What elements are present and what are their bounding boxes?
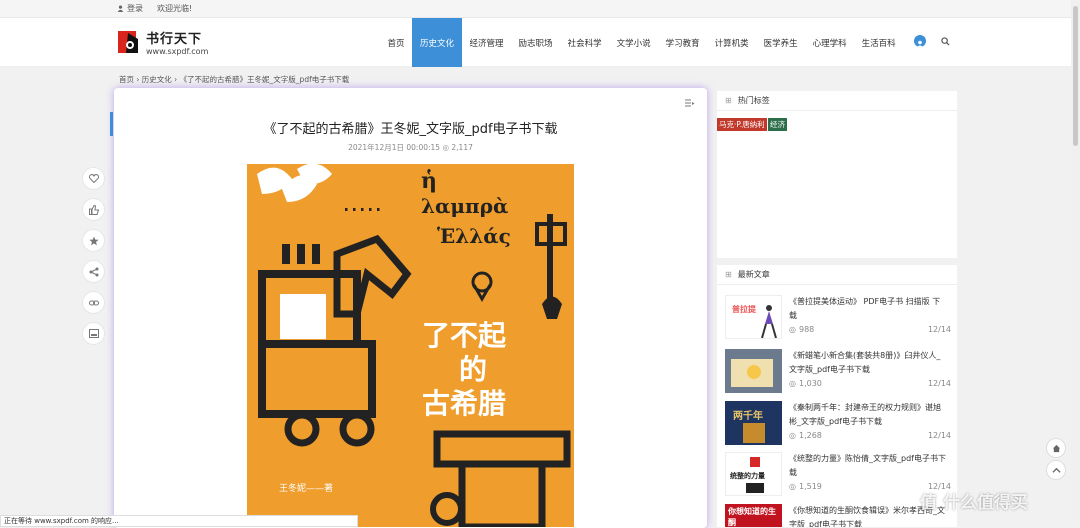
breadcrumb-category[interactable]: 历史文化 [142,75,172,84]
cover-artwork [257,164,571,527]
copy-link-button[interactable] [82,291,105,314]
nav-item-life[interactable]: 生活百科 [854,18,903,67]
hot-tags-title: 热门标签 [737,96,770,105]
scroll-top-button[interactable] [1046,460,1066,480]
list-item[interactable]: 《新蜡笔小新合集(套装共8册)》臼井仪人_文字版_pdf电子书下载 ◎ 1,030… [725,349,951,393]
post-thumbnail[interactable]: 你想知道的生酮 [725,504,782,527]
thumb-caption: 普拉提 [732,305,756,314]
eye-icon: ◎ [789,379,796,388]
post-title[interactable]: 《秦制两千年：封建帝王的权力规则》谌旭彬_文字版_pdf电子书下载 [789,401,947,429]
poster-button[interactable] [82,322,105,345]
post-title[interactable]: 《统整的力量》陈怡倩_文字版_pdf电子书下载 [789,452,947,480]
nav-item-economy[interactable]: 经济管理 [462,18,511,67]
cover-greek-1: ἡ [421,168,437,194]
grid-icon: ⊞ [725,270,732,279]
watermark: 值 什么值得买 [920,493,1028,513]
page-scrollbar[interactable] [1071,0,1080,527]
breadcrumb: 首页 › 历史文化 › 《了不起的古希腊》王冬妮_文字版_pdf电子书下载 [119,74,349,85]
cover-greek-2: λαμπρὰ [421,194,509,218]
list-item[interactable]: 统整的力量 《统整的力量》陈怡倩_文字版_pdf电子书下载 ◎ 1,519 12/… [725,452,951,496]
login-label: 登录 [127,4,143,13]
nav-item-home[interactable]: 首页 [380,18,412,67]
site-logo[interactable]: 书行天下 www.sxpdf.com [116,28,208,56]
user-icon [117,5,124,12]
thumb-caption: 你想知道的生酮 [728,507,776,527]
nav-item-medical[interactable]: 医学养生 [756,18,805,67]
eye-icon: ◎ [789,482,796,491]
main-nav: 首页 历史文化 经济管理 励志职场 社会科学 文学小说 学习教育 计算机类 医学… [380,18,903,67]
post-views: 1,030 [798,379,822,388]
eye-icon: ◎ [789,325,796,334]
tag-link[interactable]: 经济 [768,118,787,131]
image-icon [88,329,99,338]
post-views: 1,519 [798,482,822,491]
favorite-button[interactable] [82,229,105,252]
grid-icon: ⊞ [725,96,732,105]
accent-bar [110,112,113,136]
post-title[interactable]: 《新蜡笔小新合集(套装共8册)》臼井仪人_文字版_pdf电子书下载 [789,349,947,377]
thumb-caption: 统整的力量 [730,472,765,480]
article-views: 2,117 [451,143,473,152]
post-date: 12/14 [927,431,951,440]
list-item[interactable]: 你想知道的生酮 《你想知道的生酮饮食辑误》米尔孝西奇_文字版_pdf电子书下载 [725,504,951,527]
table-of-contents-icon[interactable] [685,99,695,108]
nav-item-social[interactable]: 社会科学 [560,18,609,67]
list-item[interactable]: 两千年 《秦制两千年：封建帝王的权力规则》谌旭彬_文字版_pdf电子书下载 ◎ 1… [725,401,951,445]
search-icon[interactable] [941,37,950,46]
thumbs-up-button[interactable] [82,198,105,221]
cover-greek-3: Ἑλλάς [437,224,511,248]
eye-icon: ◎ [789,431,796,440]
logo-mark-icon [116,29,140,55]
scrollbar-thumb[interactable] [1073,6,1078,146]
cover-title-3: 古希腊 [422,387,507,420]
star-icon [88,236,99,245]
nav-item-career[interactable]: 励志职场 [511,18,560,67]
browser-status-bar: 正在等待 www.sxpdf.com 的响应... [0,515,358,527]
post-thumbnail[interactable]: 统整的力量 [725,452,782,496]
post-thumbnail[interactable] [725,349,782,393]
share-button[interactable] [82,260,105,283]
tag-link[interactable]: 马克·P.唐纳利 [717,118,767,131]
share-icon [89,267,98,276]
article-date: 2021年12月1日 00:00:15 [348,143,441,152]
list-item[interactable]: 普拉提 《普拉提美体运动》 PDF电子书 扫描版 下载 ◎ 988 12/14 [725,295,951,339]
heart-icon [88,174,99,183]
post-date: 12/14 [927,379,951,388]
hot-tags-widget: ⊞ 热门标签 马克·P.唐纳利 经济 [717,91,957,258]
post-title[interactable]: 《普拉提美体运动》 PDF电子书 扫描版 下载 [789,295,947,323]
post-views: 988 [798,325,815,334]
nav-item-psychology[interactable]: 心理学科 [805,18,854,67]
home-icon [1052,444,1060,452]
cover-author: 王冬妮——著 [279,484,334,494]
logo-url: www.sxpdf.com [146,47,209,56]
recent-posts-title: 最新文章 [737,270,770,279]
book-cover-image: ἡ λαμπρὰ Ἑλλάς 了不起 的 古希腊 王冬妮——著 [247,164,574,527]
thumb-caption: 两千年 [733,411,763,422]
nav-item-education[interactable]: 学习教育 [658,18,707,67]
chevron-up-icon [1051,467,1061,473]
article-meta: 2021年12月1日 00:00:15 ◎ 2,117 [114,142,707,153]
nav-item-computer[interactable]: 计算机类 [707,18,756,67]
top-bar: 登录 欢迎光临! [0,0,1080,18]
nav-item-fiction[interactable]: 文学小说 [609,18,658,67]
like-button[interactable] [82,167,105,190]
post-views: 1,268 [798,431,822,440]
home-button[interactable] [1046,438,1066,458]
nav-item-history[interactable]: 历史文化 [412,18,463,67]
link-icon [88,300,99,305]
post-thumbnail[interactable]: 普拉提 [725,295,782,339]
figure-icon [761,305,777,338]
login-link[interactable]: 登录 [117,3,143,14]
post-date: 12/14 [927,325,951,334]
breadcrumb-current: 《了不起的古希腊》王冬妮_文字版_pdf电子书下载 [179,75,350,84]
article-title: 《了不起的古希腊》王冬妮_文字版_pdf电子书下载 [263,122,558,137]
thumbs-up-icon [88,204,99,215]
welcome-text: 欢迎光临! [157,4,193,13]
post-thumbnail[interactable]: 两千年 [725,401,782,445]
eye-icon: ◎ [442,143,450,152]
logo-name: 书行天下 [146,32,203,47]
breadcrumb-home[interactable]: 首页 [119,75,134,84]
user-avatar-icon[interactable] [914,35,926,48]
